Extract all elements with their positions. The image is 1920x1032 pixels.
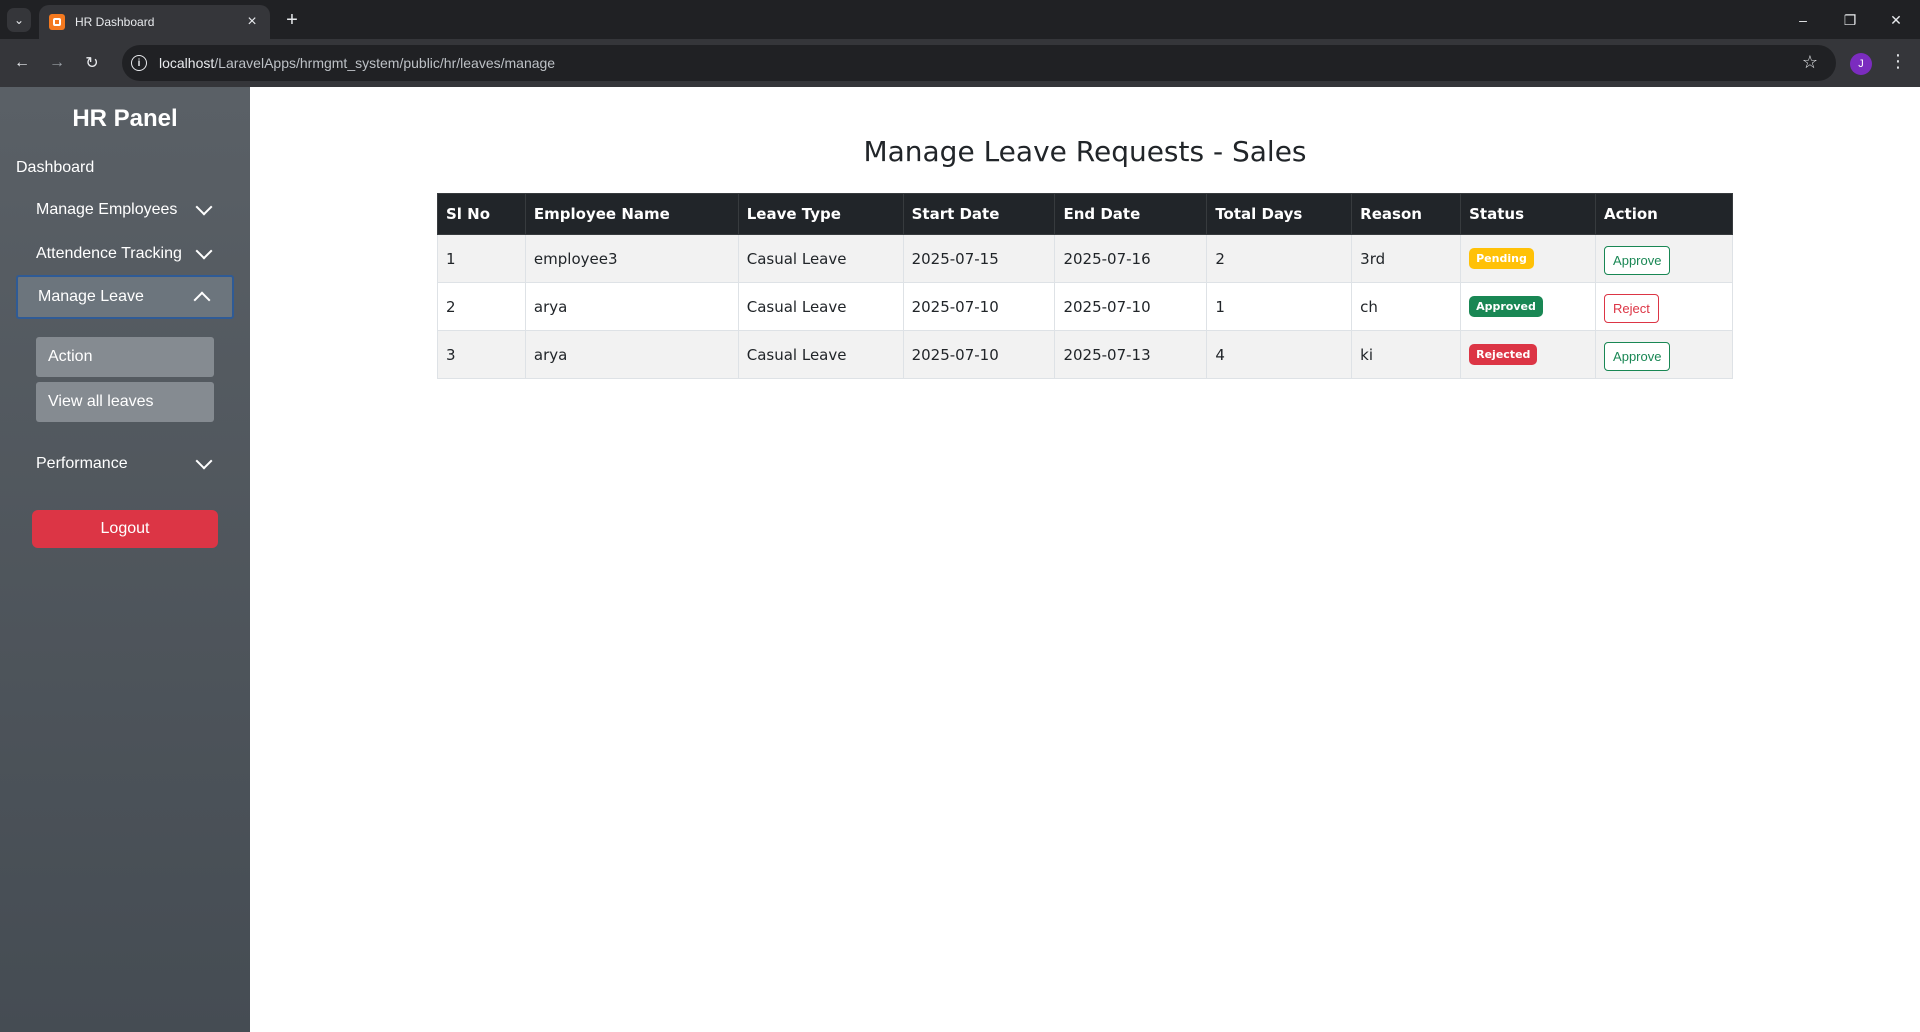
approve-button[interactable]: Approve — [1604, 246, 1671, 275]
column-header: Sl No — [437, 193, 526, 235]
sidebar-item-manage-employees[interactable]: Manage Employees — [16, 188, 234, 232]
cell-end-date: 2025-07-10 — [1054, 282, 1208, 331]
tab-title: HR Dashboard — [75, 15, 155, 29]
column-header: Status — [1460, 193, 1597, 235]
restore-icon[interactable]: ❐ — [1838, 8, 1862, 32]
url-text[interactable]: localhost/LaravelApps/hrmgmt_system/publ… — [159, 55, 555, 71]
cell-sl-no: 1 — [437, 234, 526, 283]
chevron-down-icon — [195, 452, 213, 470]
cell-employee-name: arya — [524, 330, 739, 379]
table-row: 1 employee3 Casual Leave 2025-07-15 2025… — [437, 234, 1733, 283]
chevron-down-icon — [195, 242, 213, 260]
cell-reason: ki — [1351, 330, 1462, 379]
cell-start-date: 2025-07-10 — [902, 330, 1056, 379]
chevron-down-icon — [195, 198, 213, 216]
favicon-icon — [49, 14, 65, 30]
cell-start-date: 2025-07-10 — [902, 282, 1056, 331]
column-header: Total Days — [1206, 193, 1353, 235]
cell-reason: ch — [1351, 282, 1462, 331]
table-row: 3 arya Casual Leave 2025-07-10 2025-07-1… — [437, 330, 1733, 379]
cell-status: Pending — [1460, 234, 1597, 283]
cell-leave-type: Casual Leave — [737, 330, 904, 379]
column-header: Reason — [1351, 193, 1462, 235]
cell-leave-type: Casual Leave — [737, 282, 904, 331]
sidebar-item-manage-leave[interactable]: Manage Leave — [16, 275, 234, 319]
sidebar-item-label: Attendence Tracking — [36, 245, 182, 262]
column-header: Employee Name — [524, 193, 739, 235]
cell-total-days: 2 — [1206, 234, 1353, 283]
sidebar-item-label: Performance — [36, 455, 128, 472]
new-tab-icon[interactable]: + — [280, 8, 304, 32]
table-row: 2 arya Casual Leave 2025-07-10 2025-07-1… — [437, 282, 1733, 331]
cell-employee-name: employee3 — [524, 234, 739, 283]
sidebar: HR Panel Dashboard Manage Employees Atte… — [0, 87, 250, 1032]
close-tab-icon[interactable]: × — [244, 14, 260, 30]
url-host: localhost — [159, 55, 215, 71]
cell-end-date: 2025-07-16 — [1054, 234, 1208, 283]
status-badge: Rejected — [1469, 344, 1538, 365]
sidebar-item-dashboard[interactable]: Dashboard — [16, 159, 94, 177]
bookmark-star-icon[interactable]: ☆ — [1802, 52, 1818, 73]
column-header: Leave Type — [737, 193, 904, 235]
leave-requests-table: Sl No Employee Name Leave Type Start Dat… — [437, 193, 1733, 379]
reload-icon[interactable]: ↻ — [80, 51, 104, 75]
column-header: End Date — [1054, 193, 1208, 235]
sidebar-subitem-action[interactable]: Action — [36, 337, 214, 377]
profile-avatar[interactable]: J — [1850, 53, 1872, 75]
address-bar[interactable]: i localhost/LaravelApps/hrmgmt_system/pu… — [122, 45, 1836, 81]
cell-status: Approved — [1460, 282, 1597, 331]
cell-action: Approve — [1595, 234, 1733, 283]
chevron-up-icon — [193, 291, 211, 309]
reject-button[interactable]: Reject — [1604, 294, 1659, 323]
browser-menu-icon[interactable]: ⋮ — [1886, 51, 1910, 72]
status-badge: Approved — [1469, 296, 1543, 317]
cell-sl-no: 3 — [437, 330, 526, 379]
browser-tab[interactable]: HR Dashboard × — [39, 5, 270, 39]
tab-search-icon[interactable]: ⌄ — [7, 8, 31, 32]
cell-action: Reject — [1595, 282, 1733, 331]
cell-total-days: 4 — [1206, 330, 1353, 379]
browser-toolbar: ← → ↻ i localhost/LaravelApps/hrmgmt_sys… — [0, 39, 1920, 87]
cell-reason: 3rd — [1351, 234, 1462, 283]
column-header: Start Date — [902, 193, 1056, 235]
cell-status: Rejected — [1460, 330, 1597, 379]
cell-end-date: 2025-07-13 — [1054, 330, 1208, 379]
sidebar-item-performance[interactable]: Performance — [16, 442, 234, 486]
cell-total-days: 1 — [1206, 282, 1353, 331]
cell-action: Approve — [1595, 330, 1733, 379]
sidebar-item-attendance-tracking[interactable]: Attendence Tracking — [16, 232, 234, 276]
forward-icon[interactable]: → — [45, 51, 69, 75]
cell-start-date: 2025-07-15 — [902, 234, 1056, 283]
sidebar-item-label: Manage Leave — [38, 288, 144, 305]
close-window-icon[interactable]: ✕ — [1884, 8, 1908, 32]
page-title: Manage Leave Requests - Sales — [863, 135, 1307, 168]
approve-button[interactable]: Approve — [1604, 342, 1671, 371]
back-icon[interactable]: ← — [10, 51, 34, 75]
minimize-icon[interactable]: – — [1791, 8, 1815, 32]
status-badge: Pending — [1469, 248, 1534, 269]
cell-sl-no: 2 — [437, 282, 526, 331]
sidebar-brand: HR Panel — [72, 105, 178, 132]
cell-employee-name: arya — [524, 282, 739, 331]
column-header: Action — [1595, 193, 1733, 235]
url-path: /LaravelApps/hrmgmt_system/public/hr/lea… — [214, 55, 556, 71]
sidebar-subitem-view-all-leaves[interactable]: View all leaves — [36, 382, 214, 422]
cell-leave-type: Casual Leave — [737, 234, 904, 283]
logout-button[interactable]: Logout — [32, 510, 218, 548]
sidebar-item-label: Manage Employees — [36, 201, 178, 218]
site-info-icon[interactable]: i — [131, 55, 147, 71]
table-header-row: Sl No Employee Name Leave Type Start Dat… — [437, 193, 1733, 235]
browser-tabstrip: ⌄ HR Dashboard × + – ❐ ✕ — [0, 0, 1920, 39]
